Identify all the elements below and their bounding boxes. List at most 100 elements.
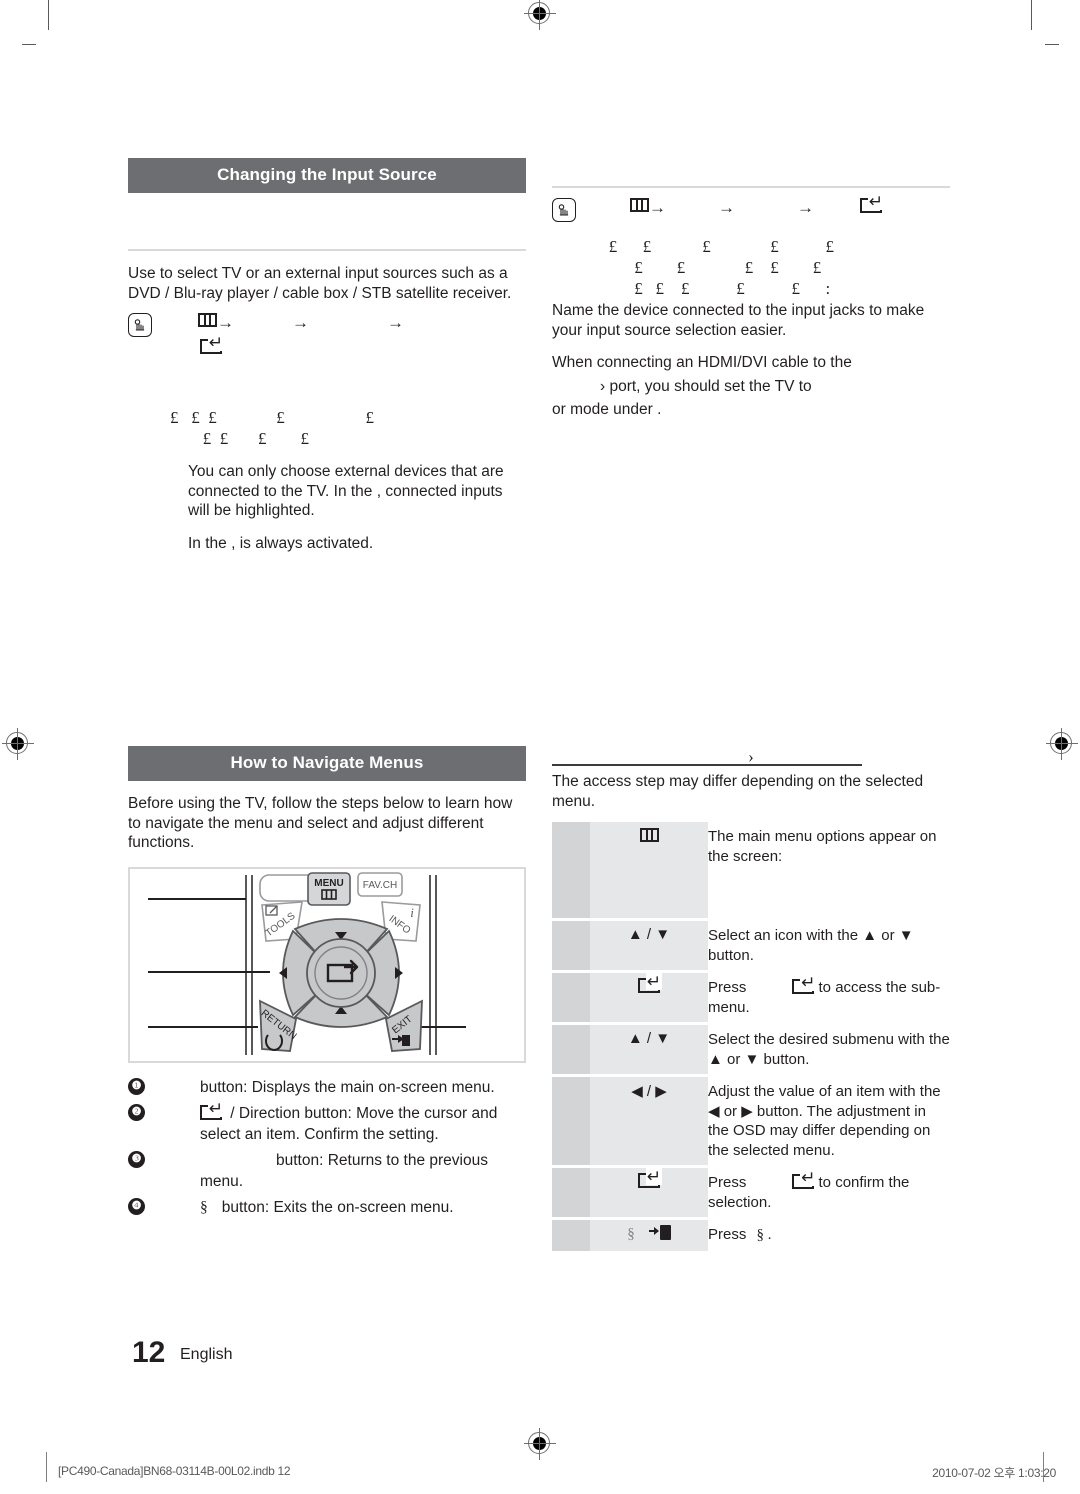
- edit-name-note-2: When connecting an HDMI/DVI cable to the: [552, 354, 852, 371]
- registration-mark-bottom: [524, 1428, 556, 1460]
- row-button-cell: ▲ / ▼: [590, 921, 708, 970]
- enter-icon: [792, 974, 817, 994]
- enter-icon: [638, 973, 662, 993]
- table-row: ▲ / ▼ Select an icon with the ▲ or ▼ but…: [552, 921, 950, 970]
- row-indicator: [552, 1168, 590, 1217]
- glyph-row: £ £ £ £ £: [596, 237, 834, 256]
- row-desc: Select the desired submenu with the ▲ or…: [708, 1025, 950, 1074]
- legend-text-1: button: Displays the main on-screen menu…: [200, 1078, 495, 1096]
- page-language: English: [180, 1346, 233, 1363]
- edit-name-note-4: or mode under .: [552, 401, 662, 418]
- row-indicator: [552, 1077, 590, 1165]
- row-button-cell: ◀ / ▶: [590, 1077, 708, 1165]
- edit-name-path-row: → → →: [552, 193, 950, 222]
- hand-press-icon: [128, 313, 152, 337]
- input-source-intro: Use to select TV or an external input so…: [128, 265, 512, 302]
- list-item: ❸ button: Returns to the previous menu.: [128, 1150, 526, 1192]
- row-desc-pre: Press: [708, 979, 747, 996]
- list-item: ❷ / Direction button: Move the cursor an…: [128, 1099, 526, 1145]
- legend-text-2: / Direction button: Move the cursor and …: [200, 1104, 498, 1143]
- remote-legend-list: ❶ button: Displays the main on-screen me…: [128, 1077, 526, 1218]
- page-number: 12: [132, 1336, 166, 1369]
- row-indicator: [552, 822, 590, 918]
- bullet-1: ❶: [128, 1077, 145, 1095]
- table-row: ◀ / ▶ Adjust the value of an item with t…: [552, 1077, 950, 1165]
- legend-prefix-4: §: [200, 1198, 208, 1216]
- row-desc: Adjust the value of an item with the ◀ o…: [708, 1077, 950, 1165]
- input-source-note-1: You can only choose external devices tha…: [188, 463, 504, 519]
- table-row: Press to access the sub-menu.: [552, 973, 950, 1022]
- row-desc: The main menu options appear on the scre…: [708, 822, 950, 918]
- divider-rule: [552, 186, 950, 188]
- row-desc-post: § .: [756, 1227, 772, 1243]
- glyph-row: £ £ £ £ £ :: [596, 279, 831, 298]
- section-glyph: §: [627, 1226, 635, 1242]
- enter-icon: [792, 1169, 817, 1189]
- list-item: ❶ button: Displays the main on-screen me…: [128, 1077, 526, 1098]
- row-indicator: [552, 1220, 590, 1251]
- svg-text:FAV.CH: FAV.CH: [363, 880, 397, 891]
- glyph-row: £ £ £ £: [190, 429, 309, 448]
- enter-icon: [638, 1168, 662, 1188]
- row-desc: Press to confirm the selection.: [708, 1168, 950, 1217]
- footer-filename: [PC490-Canada]BN68-03114B-00L02.indb 12: [58, 1464, 291, 1478]
- row-desc: Select an icon with the ▲ or ▼ button.: [708, 921, 950, 970]
- crop-mark-top-right-vertical: [1031, 0, 1032, 30]
- menu-icon: [198, 313, 217, 327]
- path-arrow-2: →: [718, 198, 735, 217]
- input-source-note-2: In the , is always activated.: [188, 534, 374, 552]
- crop-mark-top-left-vertical: [48, 0, 49, 30]
- menu-icon: [639, 828, 659, 842]
- glyph-row: £ £ £ £ £: [170, 408, 374, 427]
- bullet-3: ❸: [128, 1150, 145, 1168]
- row-indicator: [552, 973, 590, 1022]
- table-row: ▲ / ▼ Select the desired submenu with th…: [552, 1025, 950, 1074]
- row-button-cell: ▲ / ▼: [590, 1025, 708, 1074]
- path-arrow-3: →: [387, 313, 404, 332]
- legend-text-3: button: Returns to the previous menu.: [200, 1151, 488, 1190]
- path-arrow-3: →: [797, 198, 814, 217]
- navigate-menus-intro: Before using the TV, follow the steps be…: [128, 795, 513, 851]
- table-row: § Press § .: [552, 1220, 950, 1251]
- input-source-path-row: → → →: [128, 313, 526, 337]
- row-indicator: [552, 1025, 590, 1074]
- table-heading-glyph: ›: [748, 747, 754, 766]
- enter-icon: [200, 1099, 224, 1120]
- divider-rule: [128, 249, 526, 251]
- row-button-cell: [590, 1168, 708, 1217]
- row-indicator: [552, 921, 590, 970]
- footer-timestamp: 2010-07-02 오후 1:03:20: [932, 1466, 1056, 1480]
- path-arrow-1: →: [217, 313, 234, 332]
- input-source-section: Changing the Input Source Use to select …: [128, 158, 526, 553]
- section-title-navigate-menus: How to Navigate Menus: [128, 746, 526, 781]
- divider-rule-dark: [552, 764, 862, 766]
- table-row: The main menu options appear on the scre…: [552, 822, 950, 918]
- footer-rule-left: [46, 1452, 47, 1482]
- row-button-cell: [590, 822, 708, 918]
- path-arrow-2: →: [292, 313, 309, 332]
- bullet-2: ❷: [128, 1103, 145, 1121]
- navigate-table-caption: The access step may differ depending on …: [552, 773, 924, 810]
- edit-name-section: → → → £ £ £ £ £ £ £ £ £ £ £ £ £: [552, 186, 950, 420]
- glyph-row: £ £ £ £ £: [596, 258, 822, 277]
- row-desc: Press to access the sub-menu.: [708, 973, 950, 1022]
- remote-control-figure: MENU FAV.CH TOOLS INFO i RETURN EXIT: [128, 866, 526, 1063]
- enter-icon: [860, 193, 884, 213]
- registration-mark-right: [1046, 728, 1078, 760]
- menu-icon: [630, 198, 649, 212]
- edit-name-note-3: › port, you should set the TV to: [600, 377, 812, 395]
- hand-press-icon: [552, 198, 576, 222]
- navigate-steps-section: › The access step may differ depending o…: [552, 746, 950, 1254]
- row-desc: Press § .: [708, 1220, 950, 1251]
- row-desc-pre: Press: [708, 1174, 747, 1191]
- exit-icon: [648, 1225, 671, 1240]
- svg-text:i: i: [410, 905, 414, 920]
- legend-text-4: button: Exits the on-screen menu.: [221, 1198, 454, 1216]
- registration-mark-top: [524, 0, 556, 30]
- path-arrow-1: →: [649, 198, 666, 217]
- table-row: Press to confirm the selection.: [552, 1168, 950, 1217]
- section-title-input-source: Changing the Input Source: [128, 158, 526, 193]
- manual-page: Changing the Input Source Use to select …: [0, 0, 1080, 1494]
- crop-mark-top-left-horizontal: [22, 44, 36, 45]
- row-button-cell: [590, 973, 708, 1022]
